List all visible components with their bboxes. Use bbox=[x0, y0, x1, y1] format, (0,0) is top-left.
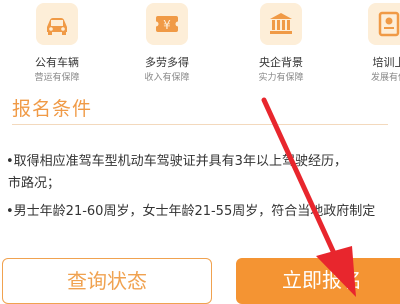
feature-title: 培训上 bbox=[372, 56, 400, 69]
feature-public-vehicle[interactable]: 公有车辆 营运有保障 bbox=[14, 0, 94, 90]
feature-subtitle: 发展有保 bbox=[370, 73, 400, 83]
svg-text:¥: ¥ bbox=[163, 18, 171, 32]
bank-building-icon bbox=[260, 3, 302, 45]
requirement-line: 市路况； bbox=[8, 176, 61, 191]
section-title: 报名条件 bbox=[12, 98, 93, 120]
feature-title: 央企背景 bbox=[259, 56, 303, 69]
feature-subtitle: 收入有保障 bbox=[144, 73, 190, 83]
feature-work-more-earn-more[interactable]: ¥ 多劳多得 收入有保障 bbox=[124, 0, 204, 90]
feature-subtitle: 营运有保障 bbox=[34, 73, 80, 83]
section-divider bbox=[12, 124, 388, 125]
feature-state-enterprise[interactable]: 央企背景 实力有保障 bbox=[238, 0, 318, 90]
feature-row: 公有车辆 营运有保障 ¥ 多劳多得 收入有保障 央企背景 实力有保障 培训 发展… bbox=[0, 0, 400, 90]
requirement-line: •取得相应准驾车型机动车驾驶证并具有3年以上驾驶经历， bbox=[6, 154, 347, 169]
feature-training[interactable]: 培训上 发展有保 bbox=[346, 0, 400, 90]
certificate-icon bbox=[368, 3, 400, 45]
feature-title: 多劳多得 bbox=[145, 56, 189, 69]
car-icon bbox=[36, 3, 78, 45]
requirement-line: •男士年龄21-60周岁，女士年龄21-55周岁，符合当地政府制定 bbox=[6, 204, 376, 219]
feature-title: 公有车辆 bbox=[35, 56, 79, 69]
signup-now-button[interactable]: 立即报名 bbox=[236, 258, 400, 304]
feature-subtitle: 实力有保障 bbox=[258, 73, 304, 83]
query-status-button[interactable]: 查询状态 bbox=[2, 258, 212, 304]
yen-ticket-icon: ¥ bbox=[146, 3, 188, 45]
